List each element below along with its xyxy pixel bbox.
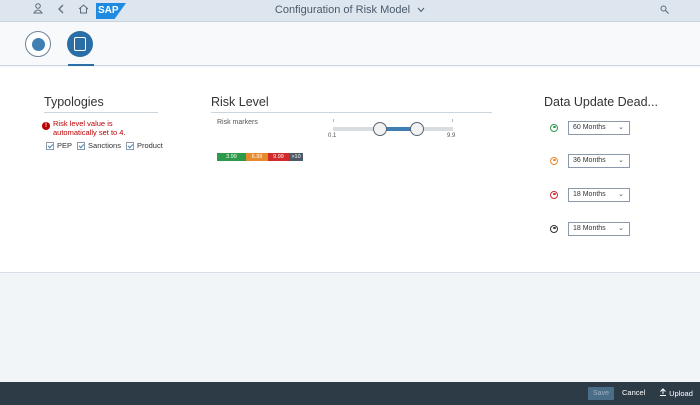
warning-message: ! Risk level value is automatically set t… (42, 119, 162, 137)
red-person-icon (550, 191, 558, 199)
upload-button[interactable]: Upload (659, 388, 693, 398)
chevron-down-icon: ⌄ (618, 191, 624, 198)
cancel-button[interactable]: Cancel (622, 388, 645, 397)
checkbox-sanctions[interactable]: Sanctions (77, 141, 121, 150)
slider-min-label: 0.1 (328, 133, 337, 139)
selected-tab-indicator (68, 64, 94, 66)
save-button[interactable]: Save (588, 387, 614, 400)
scale-high: 9.99 (268, 153, 289, 161)
green-person-icon (550, 124, 558, 132)
tab-risk-model[interactable] (67, 31, 93, 57)
checkbox-box[interactable] (125, 141, 134, 150)
slider-ticks (333, 119, 453, 122)
checkbox-box[interactable] (77, 141, 86, 150)
deadline-row-green: 60 Months ⌄ (550, 121, 630, 135)
deadline-select-orange[interactable]: 36 Months ⌄ (568, 154, 630, 168)
deadline-select-black[interactable]: 18 Months ⌄ (568, 222, 630, 236)
risk-markers-label: Risk markers (217, 119, 258, 126)
tab-dashboard[interactable] (25, 31, 51, 57)
black-person-icon (550, 225, 558, 233)
chevron-down-icon: ⌄ (618, 157, 624, 164)
checkbox-box[interactable] (46, 141, 54, 150)
risk-level-title: Risk Level (211, 95, 492, 113)
document-icon (74, 37, 86, 51)
typology-checkboxes: PEP Sanctions Product (46, 141, 163, 150)
slider-max-label: 9.9 (447, 133, 456, 139)
shell-header: SAP Configuration of Risk Model (0, 0, 700, 22)
scale-low: 3.99 (217, 153, 246, 161)
orange-person-icon (550, 157, 558, 165)
page-title: Configuration of Risk Model (274, 4, 411, 16)
footer-toolbar: Save Cancel Upload (0, 382, 700, 405)
deadline-row-orange: 36 Months ⌄ (550, 154, 630, 168)
gauge-icon (32, 38, 45, 51)
deadline-select-green[interactable]: 60 Months ⌄ (568, 121, 630, 135)
error-icon: ! (42, 122, 50, 130)
warning-text: Risk level value is automatically set to… (53, 119, 126, 137)
checkbox-pep[interactable]: PEP (46, 141, 72, 150)
slider-handle-high[interactable] (410, 122, 424, 136)
app-title-menu[interactable]: Configuration of Risk Model (0, 4, 700, 16)
slider-handle-low[interactable] (373, 122, 387, 136)
search-icon[interactable] (656, 3, 672, 19)
chevron-down-icon (417, 5, 425, 15)
risk-scale-legend: 3.99 6.99 9.99 >10 (217, 153, 303, 161)
scale-medium: 6.99 (246, 153, 268, 161)
deadline-row-black: 18 Months ⌄ (550, 222, 630, 236)
deadline-row-red: 18 Months ⌄ (550, 188, 630, 202)
data-update-title: Data Update Dead... (544, 95, 658, 109)
icon-tab-bar (0, 22, 700, 66)
content-panel: Typologies ! Risk level value is automati… (0, 67, 700, 273)
chevron-down-icon: ⌄ (618, 124, 624, 131)
chevron-down-icon: ⌄ (618, 225, 624, 232)
checkbox-product[interactable]: Product (125, 141, 163, 150)
upload-icon (659, 388, 669, 398)
deadline-select-red[interactable]: 18 Months ⌄ (568, 188, 630, 202)
typologies-title: Typologies (44, 95, 158, 113)
scale-critical: >10 (289, 153, 303, 161)
